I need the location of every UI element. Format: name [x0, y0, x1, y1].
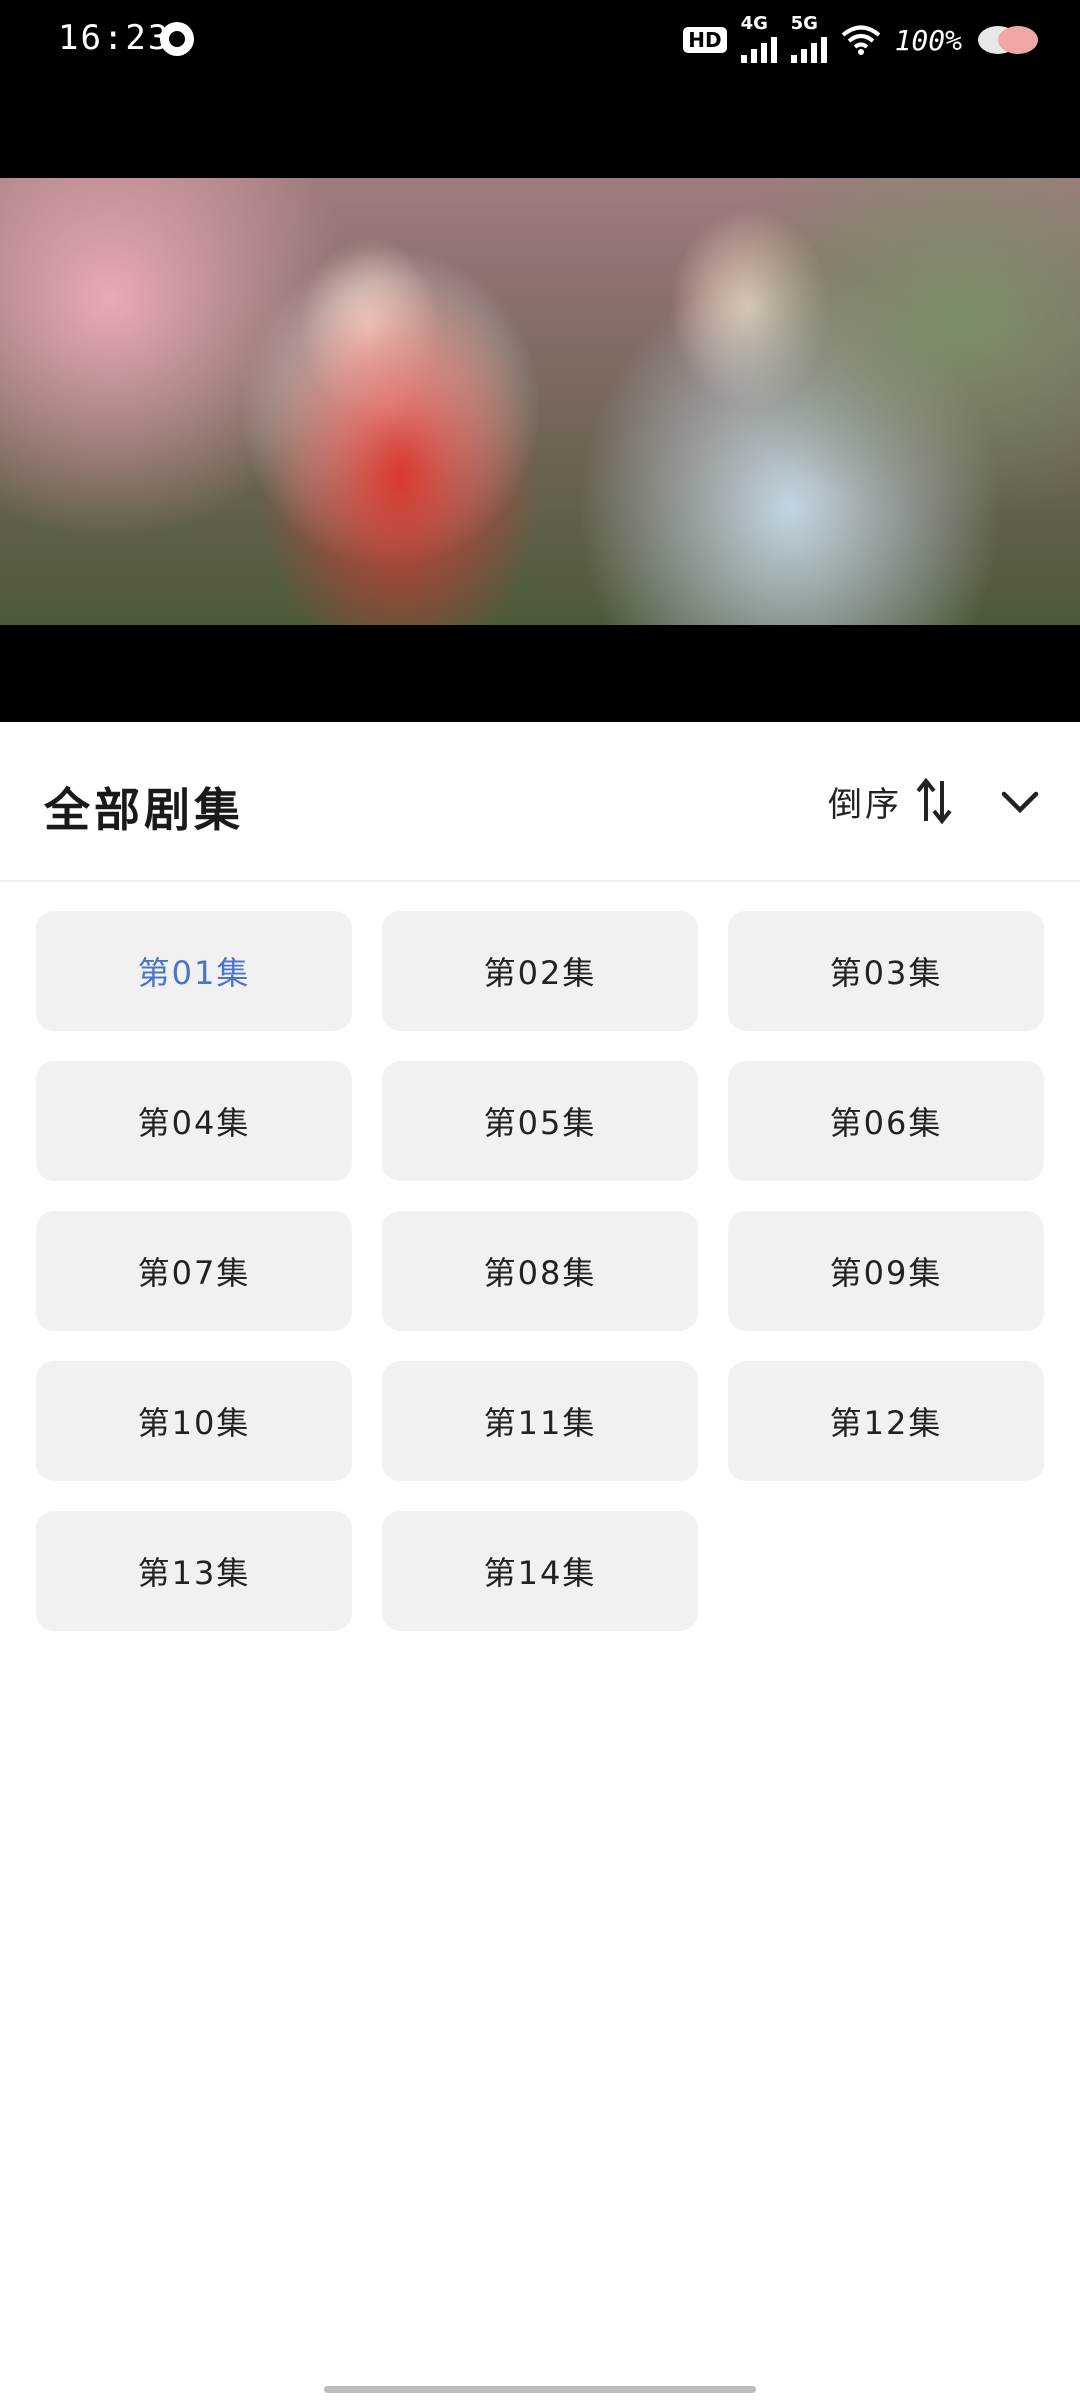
sheet-header: 全部剧集 倒序 [0, 722, 1080, 882]
episode-grid: 第01集 第02集 第03集第04集 第05集 第06集第07集 第08集 第09集第10集… [36, 911, 1044, 1631]
episode-button[interactable]: 第13集 [36, 1511, 352, 1631]
chevron-down-icon[interactable] [996, 778, 1044, 826]
episode-button[interactable]: 第03集 [728, 911, 1044, 1031]
episode-button[interactable]: 第01集 [36, 911, 352, 1031]
battery-level: 100% [894, 23, 962, 57]
sort-button[interactable]: 倒序 [828, 774, 952, 828]
episode-button[interactable]: 第09集 [728, 1211, 1044, 1331]
wifi-icon [841, 25, 880, 55]
video-frame[interactable] [0, 178, 1080, 625]
status-icons: HD 4G 5G 100% [683, 13, 1040, 63]
status-bar: 16:23 HD 4G 5G 100% [0, 0, 1080, 80]
sort-icon [916, 777, 952, 825]
signal-5g-icon: 5G [790, 13, 827, 63]
episode-button[interactable]: 第10集 [36, 1361, 352, 1481]
sort-label: 倒序 [828, 784, 902, 825]
signal-5g-label: 5G [790, 13, 818, 34]
video-player[interactable] [0, 80, 1080, 722]
episode-button[interactable]: 第14集 [382, 1511, 698, 1631]
episode-sheet: 全部剧集 倒序 第01集 第02集 第03集第04集 第05集 第06集第07集 第08集… [0, 722, 1080, 2400]
home-indicator[interactable] [324, 2386, 756, 2393]
sheet-title: 全部剧集 [44, 783, 244, 837]
episode-button[interactable]: 第07集 [36, 1211, 352, 1331]
episode-button[interactable]: 第02集 [382, 911, 698, 1031]
hd-icon: HD [683, 27, 727, 53]
signal-4g-icon: 4G [740, 13, 777, 63]
episode-button[interactable]: 第12集 [728, 1361, 1044, 1481]
battery-icon [978, 26, 1038, 54]
episode-button[interactable]: 第05集 [382, 1061, 698, 1181]
signal-4g-label: 4G [740, 13, 768, 34]
episode-button[interactable]: 第04集 [36, 1061, 352, 1181]
app-icon [160, 22, 194, 56]
episode-button[interactable]: 第11集 [382, 1361, 698, 1481]
episode-button[interactable]: 第08集 [382, 1211, 698, 1331]
status-time: 16:23 [58, 18, 171, 58]
episode-button[interactable]: 第06集 [728, 1061, 1044, 1181]
